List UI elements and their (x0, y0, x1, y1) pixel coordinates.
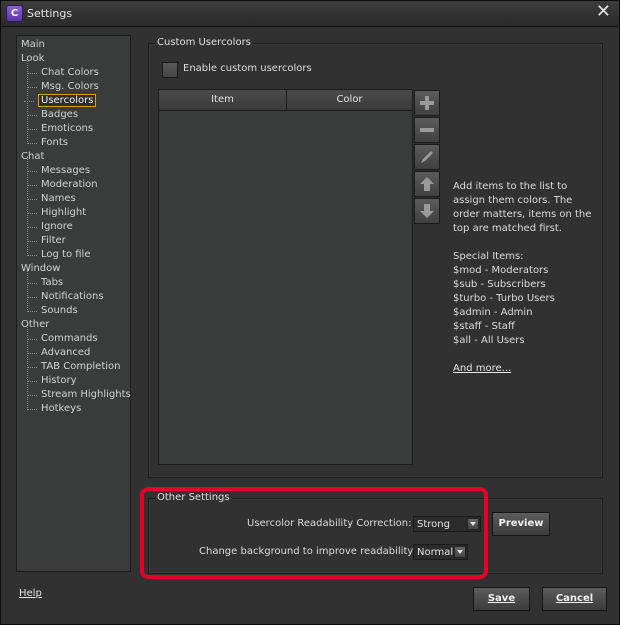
tree-item-main[interactable]: Main (21, 38, 45, 52)
tree-item-fonts[interactable]: Fonts (27, 136, 68, 150)
help-line: Add items to the list to (453, 181, 568, 192)
move-up-icon (420, 177, 434, 191)
column-header-item[interactable]: Item (159, 90, 287, 110)
group-title: Custom Usercolors (155, 37, 253, 48)
and-more-link[interactable]: And more... (453, 362, 593, 376)
settings-window: C Settings ✕ Main Look Chat Colors Msg. … (0, 0, 620, 625)
tree-item-commands[interactable]: Commands (27, 332, 98, 346)
cancel-button[interactable]: Cancel (542, 587, 607, 611)
tree-item-label: Messages (41, 165, 91, 176)
tree-item-usercolors[interactable]: Usercolors (23, 94, 97, 108)
tree-item-look[interactable]: Look (21, 52, 44, 66)
edit-icon (421, 151, 433, 163)
tree-item-label: Msg. Colors (41, 81, 99, 92)
tree-item-hotkeys[interactable]: Hotkeys (26, 402, 82, 416)
tree-item-advanced[interactable]: Advanced (26, 346, 91, 360)
tree-item-label: Chat Colors (41, 67, 99, 78)
settings-tree: Main Look Chat Colors Msg. Colors Userco… (16, 35, 131, 572)
highlight-annotation (140, 487, 488, 579)
tree-item-highlight[interactable]: Highlight (26, 206, 87, 220)
help-line: assign them colors. The (453, 195, 573, 206)
window-title: Settings (27, 7, 73, 20)
tree-item-label: Emoticons (41, 123, 94, 134)
tree-item-label: Moderation (41, 179, 98, 190)
tree-item-label: Chat (21, 151, 45, 162)
tree-item-notifications[interactable]: Notifications (27, 290, 104, 304)
list-header: Item Color (159, 90, 412, 111)
tree-item-label: History (41, 375, 77, 386)
tree-item-label: Commands (41, 333, 98, 344)
tree-item-label: Main (21, 39, 45, 50)
help-link[interactable]: Help (19, 588, 42, 599)
tree-item-label: Look (21, 53, 45, 64)
add-icon (420, 96, 434, 110)
tree-item-filter[interactable]: Filter (27, 234, 66, 248)
help-line (453, 236, 593, 250)
tree-item-chat[interactable]: Chat (21, 150, 44, 164)
help-line: top are matched first. (453, 223, 562, 234)
tree-item-label: Other (21, 319, 50, 330)
tree-item-label: Names (41, 193, 76, 204)
tree-item-other[interactable]: Other (21, 318, 49, 332)
help-line: $mod - Moderators (453, 265, 549, 276)
tree-item-tab-completion[interactable]: TAB Completion (27, 360, 121, 374)
help-line: $all - All Users (453, 335, 525, 346)
tree-item-moderation[interactable]: Moderation (27, 178, 98, 192)
preview-button[interactable]: Preview (492, 512, 550, 536)
remove-icon (420, 128, 434, 132)
usercolors-help-text: Add items to the list to assign them col… (453, 180, 593, 376)
tree-item-ignore[interactable]: Ignore (27, 220, 73, 234)
save-button[interactable]: Save (473, 587, 530, 611)
cancel-label: Cancel (555, 593, 594, 604)
help-line: $admin - Admin (453, 307, 533, 318)
tree-item-messages[interactable]: Messages (26, 164, 91, 178)
help-line: $sub - Subscribers (453, 279, 546, 290)
tree-item-emoticons[interactable]: Emoticons (26, 122, 94, 136)
enable-custom-usercolors-checkbox[interactable] (162, 62, 178, 78)
close-icon[interactable]: ✕ (596, 3, 611, 21)
tree-item-label: Usercolors (38, 94, 97, 107)
tree-item-label: Ignore (41, 221, 73, 232)
tree-item-history[interactable]: History (27, 374, 77, 388)
tree-item-chat-colors[interactable]: Chat Colors (27, 66, 99, 80)
tree-item-window[interactable]: Window (21, 262, 60, 276)
tree-item-label: Notifications (41, 291, 104, 302)
tree-item-label: Highlight (41, 207, 87, 218)
tree-item-label: Log to file (41, 249, 91, 260)
tree-item-label: Stream Highlights (41, 389, 131, 400)
edit-button[interactable] (414, 144, 440, 170)
tree-item-badges[interactable]: Badges (26, 108, 79, 122)
remove-button[interactable] (414, 117, 440, 143)
move-down-icon (420, 204, 434, 218)
tree-item-log-to-file[interactable]: Log to file (27, 248, 91, 262)
save-label: Save (487, 593, 516, 604)
tree-item-label: TAB Completion (41, 361, 121, 372)
help-line: $turbo - Turbo Users (453, 293, 555, 304)
app-icon: C (6, 5, 23, 22)
move-down-button[interactable] (414, 198, 440, 224)
move-up-button[interactable] (414, 171, 440, 197)
tree-item-label: Sounds (41, 305, 78, 316)
usercolors-list[interactable]: Item Color (158, 89, 413, 465)
tree-item-label: Fonts (41, 137, 68, 148)
tree-item-stream-highlights[interactable]: Stream Highlights (27, 388, 131, 402)
help-line: order matters, items on the (453, 209, 592, 220)
tree-item-msg-colors[interactable]: Msg. Colors (27, 80, 99, 94)
tree-item-label: Window (21, 263, 61, 274)
tree-item-label: Advanced (41, 347, 91, 358)
enable-custom-usercolors-label: Enable custom usercolors (183, 63, 312, 74)
titlebar: C Settings ✕ (1, 1, 619, 27)
tree-item-sounds[interactable]: Sounds (27, 304, 78, 318)
column-header-color[interactable]: Color (287, 90, 412, 110)
tree-item-label: Hotkeys (41, 403, 82, 414)
tree-item-label: Tabs (41, 277, 64, 288)
help-line: $staff - Staff (453, 321, 515, 332)
tree-item-names[interactable]: Names (27, 192, 76, 206)
add-button[interactable] (414, 90, 440, 116)
tree-item-label: Filter (41, 235, 66, 246)
tree-item-label: Badges (41, 109, 79, 120)
help-line: Special Items: (453, 251, 524, 262)
tree-item-tabs[interactable]: Tabs (26, 276, 64, 290)
